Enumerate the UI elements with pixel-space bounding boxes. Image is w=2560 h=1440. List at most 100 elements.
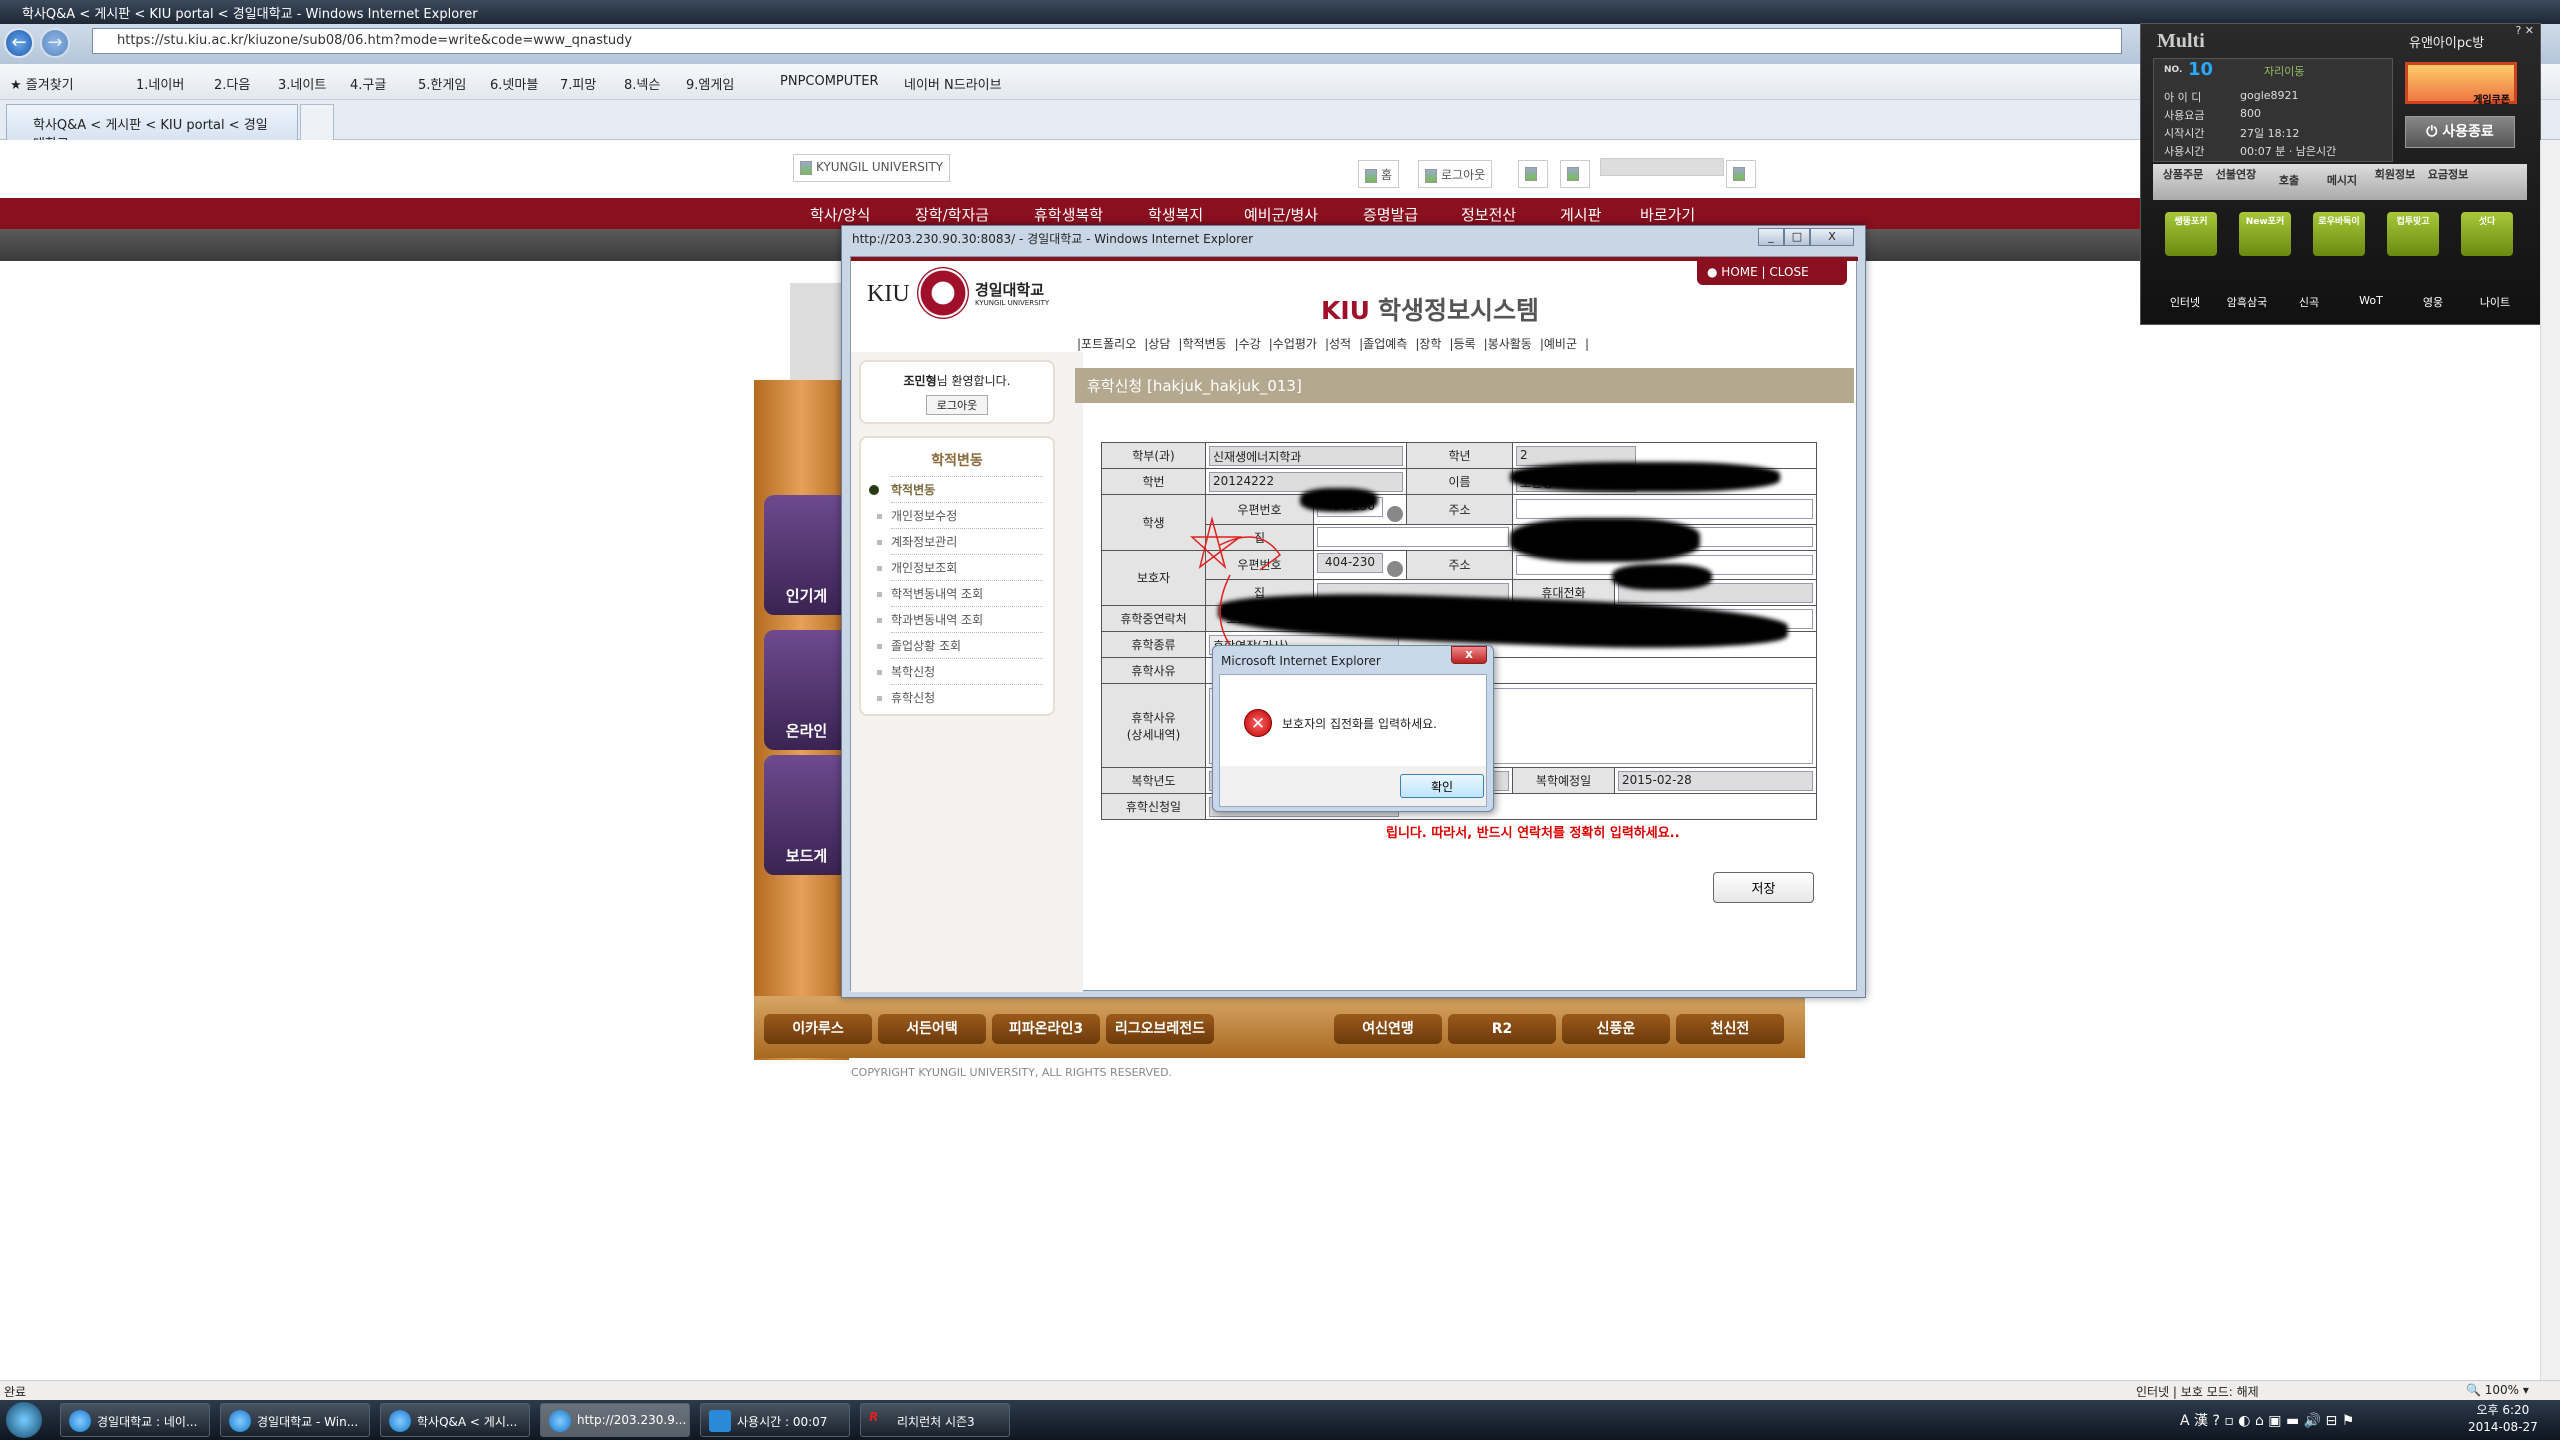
game-icon[interactable]: 쌩뚱포커 — [2165, 212, 2217, 256]
game-item[interactable]: 피파온라인3 — [992, 1014, 1100, 1044]
ok-button[interactable]: 확인 — [1400, 774, 1484, 798]
app-icon[interactable]: 인터넷 — [2155, 294, 2215, 310]
kiu-logo[interactable]: KIU 경일대학교 KYUNGIL UNIVERSITY — [867, 267, 1057, 323]
system-tray-icons[interactable]: A 漢 ? ▫ ◐ ⌂ ▣ ▬ 🔊 ⊟ ⚑ — [2180, 1410, 2354, 1430]
fav-naver[interactable]: 1.네이버 — [136, 74, 184, 93]
game-item[interactable]: 서든어택 — [878, 1014, 986, 1044]
app-icon[interactable]: 영웅 — [2403, 294, 2463, 310]
end-session-button[interactable]: ⏻ 사용종료 — [2405, 116, 2515, 148]
side-item[interactable]: 개인정보수정 — [877, 502, 1043, 528]
game-item[interactable]: 여신연맹 — [1334, 1014, 1442, 1044]
nav-item[interactable]: 장학/학자금 — [915, 204, 989, 225]
favorites-button[interactable]: ★ 즐겨찾기 — [10, 74, 74, 93]
help-close-icons[interactable]: ? ✕ — [2515, 24, 2534, 37]
fav-netmarble[interactable]: 6.넷마블 — [490, 74, 538, 93]
fav-nexon[interactable]: 8.넥슨 — [624, 74, 660, 93]
zoom-level[interactable]: 🔍 100% ▾ — [2466, 1383, 2529, 1397]
side-item[interactable]: 개인정보조회 — [877, 554, 1043, 580]
logout-button[interactable]: 로그아웃 — [925, 395, 989, 415]
fav-ndrive[interactable]: 네이버 N드라이브 — [904, 74, 1002, 93]
kiu-logo[interactable]: KYUNGIL UNIVERSITY — [793, 154, 951, 182]
nav-item[interactable]: 학사/양식 — [810, 204, 870, 225]
app-icon[interactable]: WoT — [2341, 294, 2401, 307]
nav-item[interactable]: 게시판 — [1560, 204, 1601, 225]
menu-item[interactable]: 예비군 — [1544, 337, 1577, 351]
game-icon[interactable]: 컵투맞고 — [2387, 212, 2439, 256]
side-item[interactable]: 학과변동내역 조회 — [877, 606, 1043, 632]
nav-item[interactable]: 예비군/병사 — [1244, 204, 1318, 225]
taskbar-item[interactable]: 사용시간 : 00:07 — [700, 1403, 850, 1437]
save-button[interactable]: 저장 — [1713, 872, 1814, 903]
nav-item[interactable]: 증명발급 — [1363, 204, 1418, 225]
game-category[interactable]: 인기게 — [764, 495, 849, 615]
seat-move-button[interactable]: 자리이동 — [2264, 63, 2304, 79]
fav-pmang[interactable]: 7.피망 — [560, 74, 596, 93]
clock[interactable]: 오후 6:20 2014-08-27 — [2468, 1402, 2538, 1436]
start-button[interactable] — [6, 1402, 42, 1438]
fav-daum[interactable]: 2.다음 — [214, 74, 250, 93]
new-tab-button[interactable] — [300, 104, 334, 140]
game-category[interactable]: 온라인 — [764, 630, 849, 750]
menu-item[interactable]: 장학 — [1419, 337, 1441, 351]
nav-item[interactable]: 휴학생복학 — [1034, 204, 1103, 225]
panel-tab[interactable]: 회원정보 — [2369, 168, 2421, 181]
fav-hangame[interactable]: 5.한게임 — [418, 74, 466, 93]
back-button[interactable]: ← — [4, 28, 34, 58]
menu-item[interactable]: 학적변동 — [1182, 337, 1226, 351]
close-button[interactable]: X — [1810, 228, 1854, 246]
game-coupon-button[interactable]: 게임쿠폰 — [2405, 62, 2517, 106]
app-icon[interactable]: 암흑삼국 — [2217, 294, 2277, 310]
dialog-close-button[interactable]: x — [1451, 646, 1487, 664]
nav-item[interactable]: 정보전산 — [1461, 204, 1516, 225]
side-item[interactable]: 휴학신청 — [877, 684, 1043, 710]
menu-item[interactable]: 등록 — [1454, 337, 1476, 351]
menu-item[interactable]: 졸업예측 — [1363, 337, 1407, 351]
side-item[interactable]: 졸업상황 조회 — [877, 632, 1043, 658]
panel-tab[interactable]: 요금정보 — [2422, 168, 2474, 181]
home-link[interactable]: HOME — [1721, 265, 1757, 279]
image-button[interactable] — [1518, 160, 1548, 188]
menu-item[interactable]: 수강 — [1239, 337, 1261, 351]
menu-item[interactable]: 성적 — [1329, 337, 1351, 351]
panel-tab[interactable]: 선불연장 — [2210, 168, 2262, 181]
game-item[interactable]: 리그오브레전드 — [1106, 1014, 1214, 1044]
fav-pnpcomputer[interactable]: PNPCOMPUTER — [780, 74, 878, 89]
app-icon[interactable]: 나이트 — [2465, 294, 2525, 310]
page-scrollbar[interactable] — [2540, 140, 2560, 1380]
address-bar[interactable]: https://stu.kiu.ac.kr/kiuzone/sub08/06.h… — [92, 28, 2122, 54]
taskbar-item[interactable]: R 리치런처 시즌3 — [860, 1403, 1010, 1437]
tab-active[interactable]: 학사Q&A < 게시판 < KIU portal < 경일대학교 — [6, 104, 298, 152]
nav-item[interactable]: 바로가기 — [1640, 204, 1695, 225]
side-item[interactable]: 계좌정보관리 — [877, 528, 1043, 554]
game-category[interactable]: 보드게 — [764, 755, 849, 875]
game-item[interactable]: 신풍운 — [1562, 1014, 1670, 1044]
side-item[interactable]: 학적변동 — [869, 476, 1043, 502]
menu-item[interactable]: 상담 — [1148, 337, 1170, 351]
forward-button[interactable]: → — [40, 28, 70, 58]
fav-google[interactable]: 4.구글 — [350, 74, 386, 93]
menu-item[interactable]: 포트폴리오 — [1081, 337, 1136, 351]
menu-item[interactable]: 봉사활동 — [1488, 337, 1532, 351]
game-icon[interactable]: 섯다 — [2461, 212, 2513, 256]
home-button[interactable]: 홈 — [1358, 160, 1400, 188]
minimize-button[interactable]: _ — [1758, 228, 1784, 246]
panel-tab[interactable]: 상품주문 — [2157, 168, 2209, 181]
search-input[interactable] — [1600, 158, 1724, 176]
side-item[interactable]: 복학신청 — [877, 658, 1043, 684]
fav-mgame[interactable]: 9.엠게임 — [686, 74, 734, 93]
image-button[interactable] — [1560, 160, 1590, 188]
app-icon[interactable]: 신곡 — [2279, 294, 2339, 310]
game-icon[interactable]: 로우바둑이 — [2313, 212, 2365, 256]
game-item[interactable]: R2 — [1448, 1014, 1556, 1044]
nav-item[interactable]: 학생복지 — [1148, 204, 1203, 225]
search-button[interactable] — [1726, 160, 1756, 188]
side-item[interactable]: 학적변동내역 조회 — [877, 580, 1043, 606]
game-icon[interactable]: New포커 — [2239, 212, 2291, 256]
maximize-button[interactable]: □ — [1784, 228, 1810, 246]
menu-item[interactable]: 수업평가 — [1273, 337, 1317, 351]
panel-tab[interactable]: 호출 — [2263, 174, 2315, 187]
student-address-field[interactable] — [1516, 499, 1814, 520]
search-icon[interactable] — [1386, 561, 1403, 577]
close-link[interactable]: CLOSE — [1769, 265, 1808, 279]
fav-nate[interactable]: 3.네이트 — [278, 74, 326, 93]
